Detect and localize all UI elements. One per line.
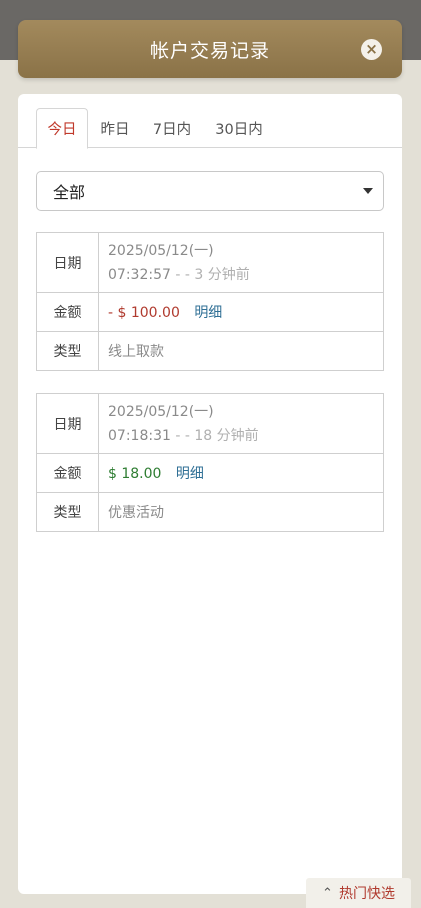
detail-link[interactable]: 明细: [176, 466, 204, 482]
type-value: 优惠活动: [98, 492, 384, 532]
detail-link[interactable]: 明细: [194, 305, 222, 321]
date-value: 2025/05/12(一) 07:18:31 - - 18 分钟前: [98, 393, 384, 454]
tab-7-days[interactable]: 7日内: [144, 108, 200, 148]
table-row: 金额 $ 18.00 明细: [36, 453, 384, 493]
type-filter-value: 全部: [53, 183, 86, 202]
tab-30-days[interactable]: 30日内: [208, 108, 270, 148]
time-text: 07:32:57: [108, 266, 171, 283]
table-row: 类型 线上取款: [36, 331, 384, 371]
date-text: 2025/05/12(一): [108, 403, 214, 420]
amount-label: 金额: [36, 292, 99, 332]
modal-panel: 今日 昨日 7日内 30日内 全部 日期 2025/05/12(一) 07:32…: [18, 94, 402, 894]
time-text: 07:18:31: [108, 427, 171, 444]
date-value: 2025/05/12(一) 07:32:57 - - 3 分钟前: [98, 232, 384, 293]
amount-label: 金额: [36, 453, 99, 493]
date-label: 日期: [36, 393, 99, 454]
table-row: 类型 优惠活动: [36, 492, 384, 532]
amount-text: $ 18.00: [108, 466, 162, 482]
amount-text: - $ 100.00: [108, 305, 180, 321]
caret-down-icon: [363, 188, 373, 194]
type-filter-select[interactable]: 全部: [36, 171, 384, 211]
time-ago: - - 3 分钟前: [170, 266, 250, 283]
tab-today[interactable]: 今日: [36, 108, 88, 149]
table-row: 日期 2025/05/12(一) 07:32:57 - - 3 分钟前: [36, 232, 384, 293]
transaction-card: 日期 2025/05/12(一) 07:32:57 - - 3 分钟前 金额 -…: [36, 232, 384, 371]
chevron-up-icon: ⌃: [322, 885, 333, 901]
table-row: 金额 - $ 100.00 明细: [36, 292, 384, 332]
time-ago: - - 18 分钟前: [170, 427, 259, 444]
close-icon[interactable]: ×: [361, 39, 382, 60]
modal-header: 帐户交易记录 ×: [18, 20, 402, 78]
modal-title: 帐户交易记录: [149, 39, 270, 62]
period-tabs: 今日 昨日 7日内 30日内: [18, 108, 402, 149]
type-value: 线上取款: [98, 331, 384, 371]
tab-yesterday[interactable]: 昨日: [94, 108, 136, 148]
type-label: 类型: [36, 331, 99, 371]
amount-value: $ 18.00 明细: [98, 453, 384, 493]
transaction-card: 日期 2025/05/12(一) 07:18:31 - - 18 分钟前 金额 …: [36, 393, 384, 532]
type-label: 类型: [36, 492, 99, 532]
table-row: 日期 2025/05/12(一) 07:18:31 - - 18 分钟前: [36, 393, 384, 454]
hot-quick-label: 热门快选: [338, 886, 395, 902]
date-label: 日期: [36, 232, 99, 293]
date-text: 2025/05/12(一): [108, 242, 214, 259]
amount-value: - $ 100.00 明细: [98, 292, 384, 332]
hot-quick-select-button[interactable]: ⌃ 热门快选: [306, 878, 411, 908]
